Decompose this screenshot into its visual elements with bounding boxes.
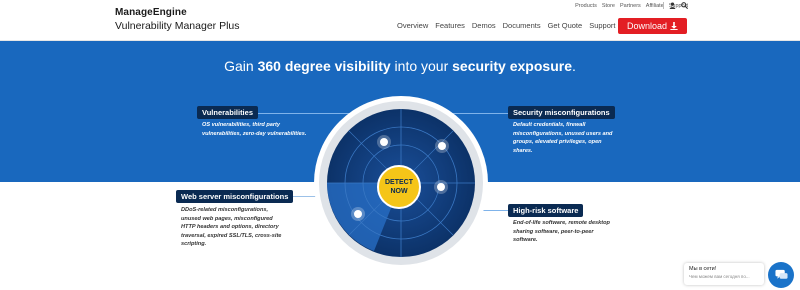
desc-security-misconfigurations: Default credentials, firewall misconfigu…: [513, 121, 653, 155]
chat-bubble[interactable]: Мы в сети! Чем можем вам сегодня по...: [684, 263, 764, 285]
desc-line: unused web pages, misconfigured: [181, 215, 273, 222]
headline-pre: Gain: [224, 58, 258, 74]
download-button[interactable]: Download: [618, 18, 687, 34]
main-nav: Overview Features Demos Documents Get Qu…: [397, 21, 615, 30]
tag-high-risk-software: High-risk software: [508, 204, 584, 217]
detect-now-line1: DETECT: [385, 179, 413, 186]
tag-web-server-misconfigurations: Web server misconfigurations: [176, 190, 294, 203]
product-name: Vulnerability Manager Plus: [115, 20, 240, 32]
utility-icons: [663, 2, 688, 9]
brand-name: ManageEngine: [115, 7, 187, 18]
nav-features[interactable]: Features: [435, 21, 465, 30]
nav-get-quote[interactable]: Get Quote: [548, 21, 583, 30]
desc-vulnerabilities: OS vulnerabilities, third party vulnerab…: [202, 121, 352, 138]
desc-line: misconfigurations, unused users and: [513, 130, 613, 137]
desc-line: DDoS-related misconfigurations,: [181, 207, 269, 213]
headline-mid: into your: [390, 58, 453, 74]
util-link-affiliate[interactable]: Affiliate: [646, 3, 664, 9]
desc-line: vulnerabilities, zero-day vulnerabilitie…: [202, 130, 307, 137]
desc-line: Default credentials, firewall: [513, 122, 586, 128]
desc-line: software.: [513, 237, 538, 244]
nav-overview[interactable]: Overview: [397, 21, 428, 30]
download-label: Download: [626, 21, 668, 31]
hero-headline: Gain 360 degree visibility into your sec…: [0, 58, 800, 74]
site-header: ManageEngine Vulnerability Manager Plus …: [0, 0, 800, 41]
chat-launcher-button[interactable]: [768, 262, 794, 288]
detect-now-line2: NOW: [390, 188, 408, 195]
search-icon[interactable]: [681, 2, 688, 9]
download-icon: [670, 22, 678, 30]
tag-security-misconfigurations: Security misconfigurations: [508, 106, 615, 119]
nav-documents[interactable]: Documents: [503, 21, 541, 30]
headline-bold-exposure: security exposure: [452, 58, 572, 74]
desc-line: groups, elevated privileges, open: [513, 139, 602, 146]
desc-line: HTTP headers and options, directory: [181, 224, 279, 231]
desc-line: traversal, expired SSL/TLS, cross-site: [181, 232, 282, 239]
headline-bold-visibility: 360 degree visibility: [257, 58, 391, 74]
nav-support[interactable]: Support: [589, 21, 615, 30]
desc-line: shares.: [513, 147, 533, 154]
chat-icon: [774, 269, 788, 279]
detect-now-button[interactable]: DETECT NOW: [377, 165, 421, 209]
util-link-partners[interactable]: Partners: [620, 3, 641, 9]
util-link-store[interactable]: Store: [602, 3, 615, 9]
util-link-products[interactable]: Products: [575, 3, 597, 9]
user-icon[interactable]: [669, 2, 676, 9]
headline-post: .: [571, 58, 576, 74]
desc-web-server-misconfigurations: DDoS-related misconfigurations, unused w…: [181, 206, 321, 249]
logo[interactable]: ManageEngine Vulnerability Manager Plus: [115, 7, 240, 32]
tag-vulnerabilities: Vulnerabilities: [197, 106, 258, 119]
nav-demos[interactable]: Demos: [472, 21, 496, 30]
desc-line: End-of-life software, remote desktop: [513, 220, 610, 226]
desc-line: OS vulnerabilities, third party: [202, 122, 281, 128]
chat-subtitle: Чем можем вам сегодня по...: [689, 274, 750, 279]
page: ManageEngine Vulnerability Manager Plus …: [0, 0, 800, 290]
chat-title: Мы в сети!: [689, 266, 717, 272]
desc-line: sharing software, peer-to-peer: [513, 228, 594, 235]
desc-high-risk-software: End-of-life software, remote desktop sha…: [513, 219, 653, 245]
divider: [663, 2, 664, 9]
desc-line: scripting.: [181, 241, 207, 248]
